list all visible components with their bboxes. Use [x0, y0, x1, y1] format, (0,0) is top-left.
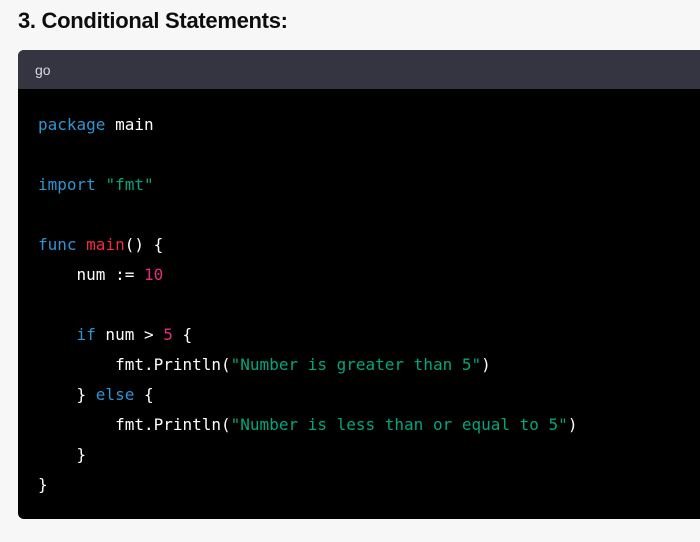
code-string: "fmt": [105, 175, 154, 194]
code-line: }: [38, 440, 700, 470]
code-text: ): [567, 415, 578, 434]
code-line: import "fmt": [38, 170, 700, 200]
code-text: {: [172, 325, 193, 344]
code-text: }: [38, 385, 96, 404]
code-function-name: main: [86, 235, 125, 254]
code-text: }: [38, 475, 48, 494]
code-text: main: [105, 115, 154, 134]
code-line: } else {: [38, 380, 700, 410]
code-text: ): [481, 355, 491, 374]
code-block-header: go: [18, 50, 700, 89]
code-text: num :=: [38, 265, 144, 284]
code-keyword: if: [76, 325, 96, 344]
code-string: "Number is greater than 5": [230, 355, 482, 374]
code-number: 5: [163, 325, 173, 344]
code-keyword: package: [38, 115, 106, 134]
code-text: num >: [95, 325, 164, 344]
code-text: fmt.Println(: [38, 415, 231, 434]
code-keyword: import: [38, 175, 96, 194]
code-text: {: [134, 385, 154, 404]
page: 3. Conditional Statements: go package ma…: [0, 0, 700, 542]
code-body[interactable]: package main import "fmt" func main() { nu…: [18, 89, 700, 500]
code-string: "Number is less than or equal to 5": [230, 415, 568, 434]
code-text: fmt.Println(: [38, 355, 231, 374]
code-line: fmt.Println("Number is greater than 5"): [38, 350, 700, 380]
code-number: 10: [143, 265, 164, 284]
code-text: () {: [124, 235, 164, 254]
section-heading: 3. Conditional Statements:: [18, 8, 288, 33]
code-line: fmt.Println("Number is less than or equa…: [38, 410, 700, 440]
code-line: num := 10: [38, 260, 700, 290]
code-keyword: func: [38, 235, 77, 254]
code-line: func main() {: [38, 230, 700, 260]
code-line: if num > 5 {: [38, 320, 700, 350]
code-keyword: else: [95, 385, 135, 404]
code-language-label: go: [35, 61, 51, 78]
code-text: }: [38, 445, 87, 464]
code-line: package main: [38, 110, 700, 140]
code-block: go package main import "fmt" func main() {…: [18, 50, 700, 519]
code-line: }: [38, 470, 700, 500]
